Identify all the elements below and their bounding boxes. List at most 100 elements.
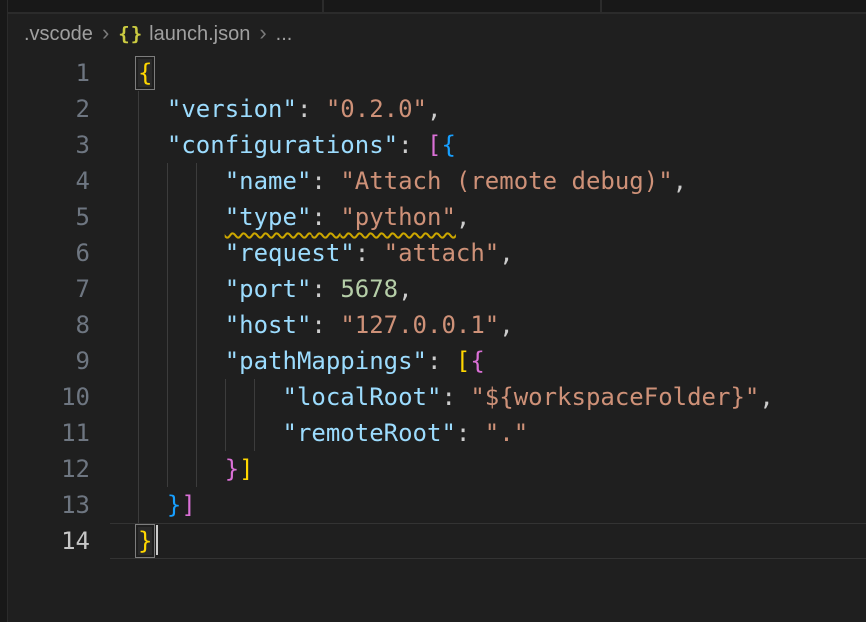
code-content-11[interactable]: "remoteRoot": "." xyxy=(110,415,866,451)
json-file-icon: {} xyxy=(118,23,143,45)
token-key: "host" xyxy=(225,311,312,339)
line-number-1[interactable]: 1 xyxy=(8,55,110,91)
code-content-7[interactable]: "port": 5678, xyxy=(110,271,866,307)
token-b2: } xyxy=(225,455,239,483)
line-number-7[interactable]: 7 xyxy=(8,271,110,307)
tab-bar[interactable] xyxy=(8,0,866,14)
token-punct: , xyxy=(499,239,513,267)
code-text: "name": "Attach (remote debug)", xyxy=(138,167,687,195)
token-punct: : xyxy=(456,419,485,447)
code-content-9[interactable]: "pathMappings": [{ xyxy=(110,343,866,379)
code-line-10[interactable]: 10 "localRoot": "${workspaceFolder}", xyxy=(8,379,866,415)
sidebar-edge xyxy=(0,0,8,622)
warning-token: "python" xyxy=(340,203,456,231)
token-key: "name" xyxy=(225,167,312,195)
code-line-6[interactable]: 6 "request": "attach", xyxy=(8,235,866,271)
code-text: "pathMappings": [{ xyxy=(138,347,485,375)
indent-guide xyxy=(138,235,139,271)
line-number-10[interactable]: 10 xyxy=(8,379,110,415)
code-line-12[interactable]: 12 }] xyxy=(8,451,866,487)
vscode-editor-window: .vscode›{}launch.json›... 1{2 "version":… xyxy=(0,0,866,622)
indent-guide xyxy=(167,451,168,487)
token-b2: ] xyxy=(181,491,195,519)
token-b1: [ xyxy=(456,347,470,375)
token-key: "request" xyxy=(225,239,355,267)
indent-guide xyxy=(138,91,139,127)
code-line-4[interactable]: 4 "name": "Attach (remote debug)", xyxy=(8,163,866,199)
code-line-11[interactable]: 11 "remoteRoot": "." xyxy=(8,415,866,451)
indent-guide xyxy=(196,271,197,307)
code-content-6[interactable]: "request": "attach", xyxy=(110,235,866,271)
code-content-14[interactable]: } xyxy=(110,523,866,559)
line-number-2[interactable]: 2 xyxy=(8,91,110,127)
code-content-8[interactable]: "host": "127.0.0.1", xyxy=(110,307,866,343)
line-number-11[interactable]: 11 xyxy=(8,415,110,451)
breadcrumb-item-launch-json-file[interactable]: {} launch.json xyxy=(118,23,250,46)
code-line-1[interactable]: 1{ xyxy=(8,55,866,91)
indent-guide xyxy=(167,271,168,307)
code-content-1[interactable]: { xyxy=(110,55,866,91)
line-number-9[interactable]: 9 xyxy=(8,343,110,379)
line-number-5[interactable]: 5 xyxy=(8,199,110,235)
indent-guide xyxy=(167,379,168,415)
indent-guide xyxy=(225,415,226,451)
token-punct: , xyxy=(759,383,773,411)
token-punct: : xyxy=(427,347,456,375)
line-number-8[interactable]: 8 xyxy=(8,307,110,343)
breadcrumb-label: .vscode xyxy=(24,23,93,46)
line-number-13[interactable]: 13 xyxy=(8,487,110,523)
code-line-8[interactable]: 8 "host": "127.0.0.1", xyxy=(8,307,866,343)
code-text: "configurations": [{ xyxy=(138,131,456,159)
indent-guide xyxy=(196,379,197,415)
indent-guide xyxy=(167,235,168,271)
code-content-5[interactable]: "type": "python", xyxy=(110,199,866,235)
token-punct: , xyxy=(456,203,470,231)
code-content-2[interactable]: "version": "0.2.0", xyxy=(110,91,866,127)
code-line-7[interactable]: 7 "port": 5678, xyxy=(8,271,866,307)
token-b1: ] xyxy=(239,455,253,483)
indent-guide xyxy=(254,415,255,451)
code-area[interactable]: 1{2 "version": "0.2.0",3 "configurations… xyxy=(8,55,866,559)
code-line-2[interactable]: 2 "version": "0.2.0", xyxy=(8,91,866,127)
breadcrumb-label: launch.json xyxy=(149,23,250,46)
line-number-4[interactable]: 4 xyxy=(8,163,110,199)
token-key: "version" xyxy=(167,95,297,123)
token-key: "remoteRoot" xyxy=(283,419,456,447)
code-content-3[interactable]: "configurations": [{ xyxy=(110,127,866,163)
line-number-12[interactable]: 12 xyxy=(8,451,110,487)
indent-guide xyxy=(196,415,197,451)
token-punct: : xyxy=(297,95,326,123)
breadcrumb-separator-icon: › xyxy=(102,22,109,47)
indent-guide xyxy=(138,163,139,199)
indent-guide xyxy=(196,235,197,271)
code-line-13[interactable]: 13 }] xyxy=(8,487,866,523)
token-str: "Attach (remote debug)" xyxy=(340,167,672,195)
code-text: "request": "attach", xyxy=(138,239,514,267)
code-content-4[interactable]: "name": "Attach (remote debug)", xyxy=(110,163,866,199)
code-line-3[interactable]: 3 "configurations": [{ xyxy=(8,127,866,163)
code-content-13[interactable]: }] xyxy=(110,487,866,523)
breadcrumb-separator-icon: › xyxy=(259,22,266,47)
token-punct: , xyxy=(499,311,513,339)
breadcrumb-item-symbol-path[interactable]: ... xyxy=(276,23,293,46)
indent-guide xyxy=(167,415,168,451)
code-text: "port": 5678, xyxy=(138,275,413,303)
code-line-9[interactable]: 9 "pathMappings": [{ xyxy=(8,343,866,379)
line-number-14[interactable]: 14 xyxy=(8,523,110,559)
code-line-14[interactable]: 14} xyxy=(8,523,866,559)
indent-guide xyxy=(167,199,168,235)
breadcrumb-item-vscode-folder[interactable]: .vscode xyxy=(24,23,93,46)
warning-token: "type" xyxy=(225,203,312,231)
code-content-12[interactable]: }] xyxy=(110,451,866,487)
code-line-5[interactable]: 5 "type": "python", xyxy=(8,199,866,235)
matched-bracket: { xyxy=(138,59,152,87)
token-str: "0.2.0" xyxy=(326,95,427,123)
code-text: "localRoot": "${workspaceFolder}", xyxy=(138,383,774,411)
token-str: "attach" xyxy=(384,239,500,267)
code-content-10[interactable]: "localRoot": "${workspaceFolder}", xyxy=(110,379,866,415)
tab-divider xyxy=(322,0,324,12)
indent-guide xyxy=(138,199,139,235)
line-number-6[interactable]: 6 xyxy=(8,235,110,271)
token-punct: : xyxy=(311,167,340,195)
line-number-3[interactable]: 3 xyxy=(8,127,110,163)
